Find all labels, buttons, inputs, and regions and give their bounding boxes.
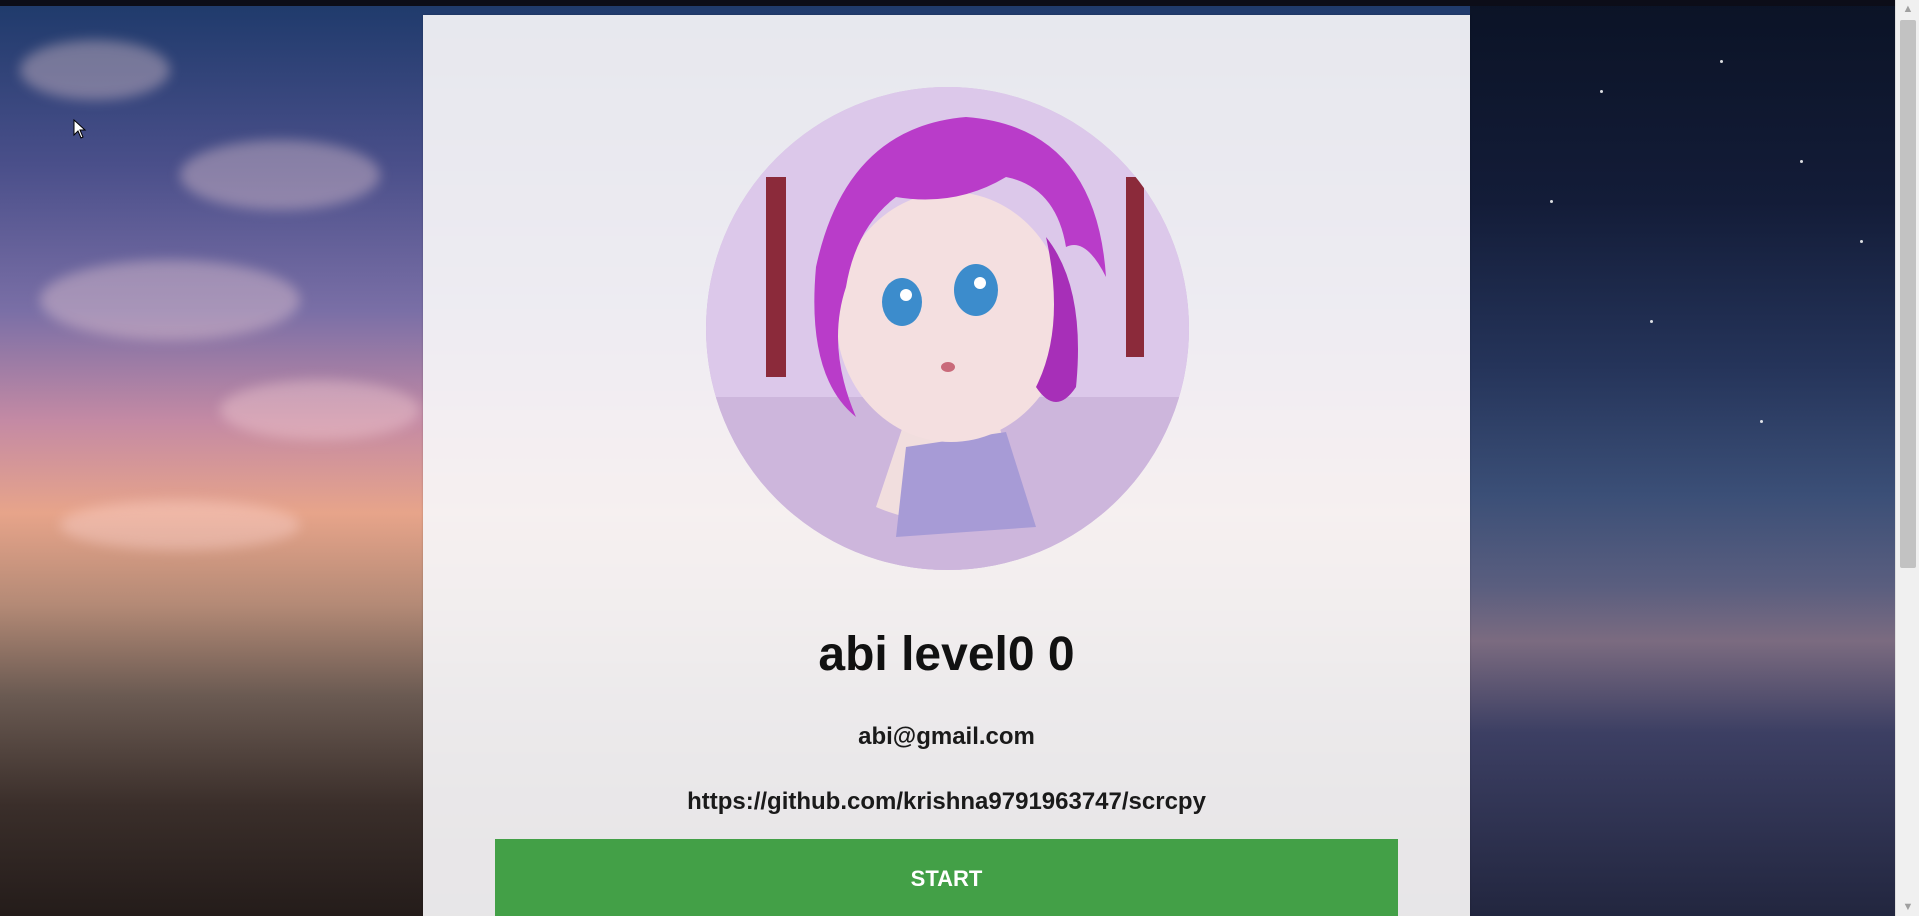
star-decoration [1860, 240, 1863, 243]
star-decoration [1720, 60, 1723, 63]
cloud-decoration [40, 260, 300, 340]
cloud-decoration [20, 40, 170, 100]
profile-link[interactable]: https://github.com/krishna9791963747/scr… [423, 788, 1470, 816]
cloud-decoration [60, 500, 300, 550]
browser-top-edge [0, 0, 1919, 6]
cloud-decoration [180, 140, 380, 210]
avatar-illustration [706, 87, 1189, 570]
profile-email: abi@gmail.com [858, 723, 1035, 750]
vertical-scrollbar[interactable]: ▲ ▼ [1895, 0, 1919, 916]
star-decoration [1800, 160, 1803, 163]
cloud-decoration [220, 380, 420, 440]
star-decoration [1550, 200, 1553, 203]
scroll-thumb[interactable] [1900, 20, 1916, 568]
star-decoration [1650, 320, 1653, 323]
star-decoration [1600, 90, 1603, 93]
scroll-up-arrow-icon[interactable]: ▲ [1896, 0, 1919, 18]
profile-avatar [706, 87, 1189, 570]
profile-card: abi level0 0 abi@gmail.com https://githu… [423, 15, 1470, 916]
scroll-down-arrow-icon[interactable]: ▼ [1896, 898, 1919, 916]
profile-name: abi level0 0 [818, 628, 1075, 681]
background-night-sky [1470, 0, 1919, 916]
mouse-pointer-icon [73, 119, 87, 139]
start-button[interactable]: START [495, 839, 1398, 916]
star-decoration [1760, 420, 1763, 423]
